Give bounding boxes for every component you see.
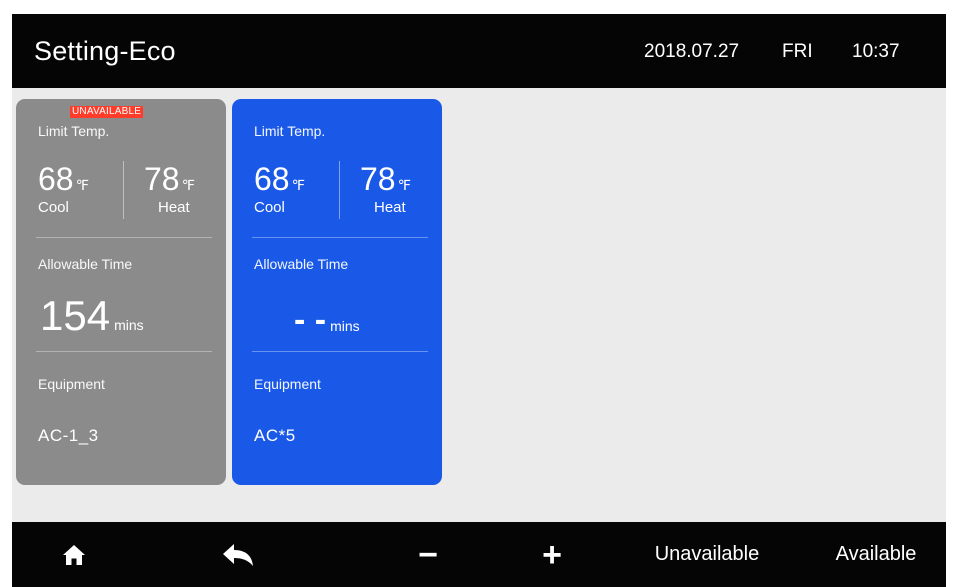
cool-temp: 68 ℉ — [38, 163, 89, 195]
heat-temp-value: 78 — [360, 161, 396, 197]
status-badge: UNAVAILABLE — [70, 106, 144, 118]
limit-temp-label: Limit Temp. — [254, 123, 326, 139]
equipment-value: AC-1_3 — [38, 426, 99, 445]
cool-temp-value: 68 — [254, 161, 290, 197]
allowable-time-unit: mins — [330, 318, 360, 334]
unavailable-button[interactable]: Unavailable — [640, 522, 774, 587]
heat-temp: 78 ℉ — [144, 163, 195, 195]
temp-divider — [123, 161, 124, 219]
available-label: Available — [835, 543, 917, 565]
cool-label: Cool — [254, 199, 285, 216]
eco-card-available[interactable]: Limit Temp. 68 ℉ Cool 78 ℉ Heat Allowable … — [232, 99, 442, 485]
heat-label: Heat — [374, 199, 406, 216]
weekday-display: FRI — [782, 41, 813, 62]
temp-divider — [339, 161, 340, 219]
heat-temp-unit: ℉ — [397, 177, 411, 193]
allowable-time: - - mins — [294, 299, 360, 347]
equipment-label: Equipment — [254, 376, 321, 392]
heat-temp: 78 ℉ — [360, 163, 411, 195]
back-arrow-icon — [223, 543, 253, 566]
section-divider — [36, 351, 212, 352]
section-divider — [252, 237, 428, 238]
cool-temp-unit: ℉ — [291, 177, 305, 193]
cool-temp: 68 ℉ — [254, 163, 305, 195]
cool-temp-value: 68 — [38, 161, 74, 197]
limit-temp-label: Limit Temp. — [38, 123, 110, 139]
back-button[interactable] — [214, 522, 264, 587]
home-icon — [63, 544, 85, 565]
section-divider — [252, 351, 428, 352]
increase-button[interactable]: + — [532, 522, 572, 587]
clock-display: 10:37 — [852, 41, 900, 62]
allowable-time-label: Allowable Time — [254, 256, 349, 272]
home-button[interactable] — [52, 522, 96, 587]
allowable-time-value: - - — [294, 301, 327, 339]
allowable-time-unit: mins — [114, 317, 144, 333]
header-bar: Setting-Eco 2018.07.27 FRI 10:37 — [12, 14, 946, 88]
cool-temp-unit: ℉ — [75, 177, 89, 193]
decrease-button[interactable]: − — [408, 522, 448, 587]
unavailable-label: Unavailable — [654, 543, 760, 565]
equipment-label: Equipment — [38, 376, 105, 392]
section-divider — [36, 237, 212, 238]
heat-temp-value: 78 — [144, 161, 180, 197]
page-title: Setting-Eco — [34, 36, 176, 66]
available-button[interactable]: Available — [818, 522, 934, 587]
allowable-time-value: 154 — [40, 292, 111, 339]
heat-label: Heat — [158, 199, 190, 216]
plus-icon: + — [542, 535, 562, 574]
date-display: 2018.07.27 — [644, 41, 740, 62]
eco-setting-screen: Setting-Eco 2018.07.27 FRI 10:37 UNAVAIL… — [12, 14, 946, 587]
heat-temp-unit: ℉ — [181, 177, 195, 193]
allowable-time: 154 mins — [40, 295, 144, 346]
minus-icon: − — [418, 535, 438, 574]
bottom-toolbar: − + Unavailable Available — [12, 522, 946, 587]
cool-label: Cool — [38, 199, 69, 216]
allowable-time-label: Allowable Time — [38, 256, 133, 272]
equipment-value: AC*5 — [254, 426, 296, 445]
eco-card-unavailable[interactable]: UNAVAILABLE Limit Temp. 68 ℉ Cool 78 ℉ Hea… — [16, 99, 226, 485]
